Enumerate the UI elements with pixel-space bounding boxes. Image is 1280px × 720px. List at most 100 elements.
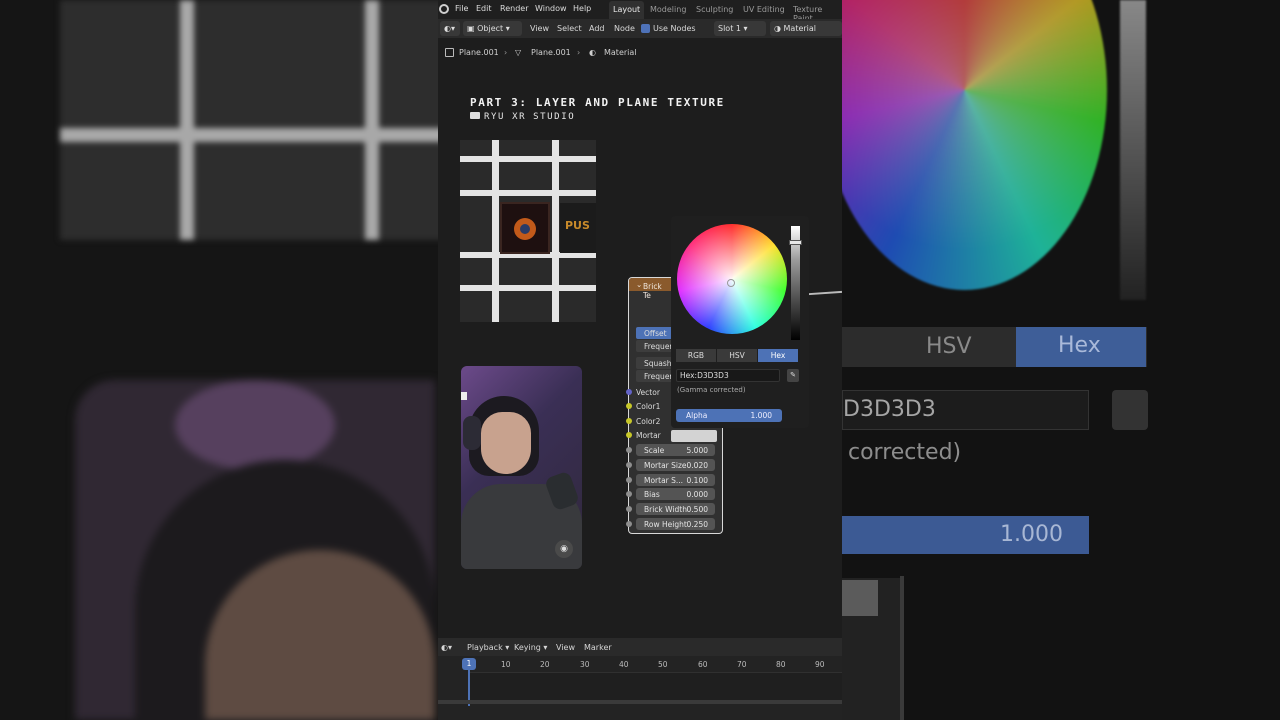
material-icon: ◐ [589, 48, 596, 57]
value-slider-handle[interactable] [789, 240, 802, 245]
tab-uv-editing[interactable]: UV Editing [739, 1, 789, 19]
tab-rgb[interactable]: RGB [676, 349, 716, 362]
menu-render[interactable]: Render [500, 4, 528, 13]
frame-ruler[interactable]: 10 20 30 40 50 60 70 80 90 [438, 658, 842, 672]
blurred-value-slider [1120, 0, 1146, 300]
frame-tick: 80 [776, 660, 786, 669]
bias-socket[interactable] [626, 491, 632, 497]
breadcrumb: Plane.001 › ▽ Plane.001 › ◐ Material [438, 44, 842, 60]
offset-field[interactable]: Offset [636, 327, 675, 339]
row-height-field[interactable]: Row Height 0.250 [636, 518, 715, 530]
mortar-size-socket[interactable] [626, 462, 632, 468]
video-title: PART 3: LAYER AND PLANE TEXTURE [470, 96, 725, 109]
eyedropper-icon[interactable]: ✎ [787, 369, 799, 382]
mortar-color-swatch[interactable] [671, 430, 717, 442]
color1-label: Color1 [636, 402, 661, 411]
menu-file[interactable]: File [455, 4, 468, 13]
node-editor-header: ◐▾ ▣ Object ▾ View Select Add Node Use N… [438, 19, 842, 38]
tab-hsv[interactable]: HSV [717, 349, 757, 362]
frame-tick: 20 [540, 660, 550, 669]
background-left-blur [0, 0, 438, 720]
object-icon [445, 48, 454, 57]
color2-label: Color2 [636, 417, 661, 426]
brick-render-preview: PUS [460, 140, 596, 322]
tab-hex[interactable]: Hex [758, 349, 798, 362]
frame-tick: 40 [619, 660, 629, 669]
blurred-color-wheel [842, 0, 1107, 290]
gamma-note: (Gamma corrected) [677, 386, 746, 394]
use-nodes-label: Use Nodes [653, 24, 696, 33]
hex-input[interactable]: Hex:D3D3D3 [676, 369, 780, 382]
menu-edit[interactable]: Edit [476, 4, 492, 13]
frame-tick: 10 [501, 660, 511, 669]
frame-tick: 90 [815, 660, 825, 669]
blurred-eyedropper-icon [1112, 390, 1148, 430]
tab-sculpting[interactable]: Sculpting [692, 1, 737, 19]
timeline: ◐▾ Playback ▾ Keying ▾ View Marker 10 20… [438, 638, 842, 720]
mortar-size-field[interactable]: Mortar Size 0.020 [636, 459, 715, 471]
menu-node[interactable]: Node [614, 24, 635, 33]
mortar-smooth-field[interactable]: Mortar S... 0.100 [636, 474, 715, 486]
timeline-track[interactable] [468, 672, 842, 700]
timeline-header: ◐▾ Playback ▾ Keying ▾ View Marker [438, 638, 842, 656]
vector-socket[interactable] [626, 389, 632, 395]
menu-add[interactable]: Add [589, 24, 605, 33]
studio-credit: RYU XR STUDIO [470, 112, 725, 122]
brick-width-socket[interactable] [626, 506, 632, 512]
timeline-scrollbar[interactable] [438, 700, 842, 704]
breadcrumb-object[interactable]: Plane.001 [459, 48, 499, 57]
chevron-right-icon: › [504, 48, 508, 57]
blurred-hex-field: D3D3D3 [842, 390, 1089, 430]
slot-dropdown[interactable]: Slot 1 ▾ [714, 21, 766, 36]
push-sign: PUS [560, 203, 596, 253]
editor-type-icon[interactable]: ◐▾ [440, 21, 460, 36]
blender-window: File Edit Render Window Help Layout Mode… [438, 0, 842, 720]
row-height-socket[interactable] [626, 521, 632, 527]
mortar-socket[interactable] [626, 432, 632, 438]
color2-socket[interactable] [626, 418, 632, 424]
material-selector[interactable]: ◑ Material [770, 21, 842, 36]
menu-keying[interactable]: Keying ▾ [514, 643, 547, 652]
menu-select[interactable]: Select [557, 24, 582, 33]
frame-tick: 60 [698, 660, 708, 669]
vector-label: Vector [636, 388, 660, 397]
current-frame-indicator[interactable]: 1 [462, 658, 476, 670]
mortar-label: Mortar [636, 431, 661, 440]
node-link [807, 290, 842, 296]
breadcrumb-material[interactable]: Material [604, 48, 637, 57]
blurred-hex-tab: Hex [1016, 327, 1146, 367]
blurred-alpha-field: 1.000 [842, 516, 1089, 554]
menu-timeline-view[interactable]: View [556, 643, 575, 652]
menu-marker[interactable]: Marker [584, 643, 612, 652]
color-picker-popup: RGB HSV Hex Hex:D3D3D3 ✎ (Gamma correcte… [671, 216, 809, 428]
menu-window[interactable]: Window [535, 4, 567, 13]
background-right-blur: HSV Hex D3D3D3 corrected) 1.000 [842, 0, 1280, 720]
tab-layout[interactable]: Layout [609, 1, 645, 19]
blender-ball-icon [514, 218, 536, 240]
color1-socket[interactable] [626, 403, 632, 409]
tab-texture-paint[interactable]: Texture Paint [789, 1, 842, 23]
mortar-smooth-socket[interactable] [626, 477, 632, 483]
object-mode-dropdown[interactable]: ▣ Object ▾ [463, 21, 522, 36]
blender-logo-icon[interactable] [439, 4, 449, 14]
menu-help[interactable]: Help [573, 4, 591, 13]
scale-socket[interactable] [626, 447, 632, 453]
alpha-slider[interactable]: Alpha 1.000 [676, 409, 782, 422]
blender-poster [500, 202, 550, 254]
menu-playback[interactable]: Playback ▾ [467, 643, 509, 652]
scale-field[interactable]: Scale 5.000 [636, 444, 715, 456]
timeline-editor-icon[interactable]: ◐▾ [441, 643, 452, 652]
color-wheel-cursor[interactable] [727, 279, 735, 287]
camera-snapshot-icon[interactable]: ◉ [555, 540, 573, 558]
breadcrumb-mesh[interactable]: Plane.001 [531, 48, 571, 57]
headset [463, 416, 481, 450]
brick-width-field[interactable]: Brick Width 0.500 [636, 503, 715, 515]
mesh-icon: ▽ [515, 48, 522, 57]
menu-view[interactable]: View [530, 24, 549, 33]
bias-field[interactable]: Bias 0.000 [636, 488, 715, 500]
blurred-brick-grid [60, 0, 438, 240]
tab-modeling[interactable]: Modeling [646, 1, 690, 19]
blurred-person [75, 380, 435, 720]
blurred-gamma-note: corrected) [848, 440, 962, 465]
use-nodes-checkbox[interactable] [641, 24, 650, 33]
